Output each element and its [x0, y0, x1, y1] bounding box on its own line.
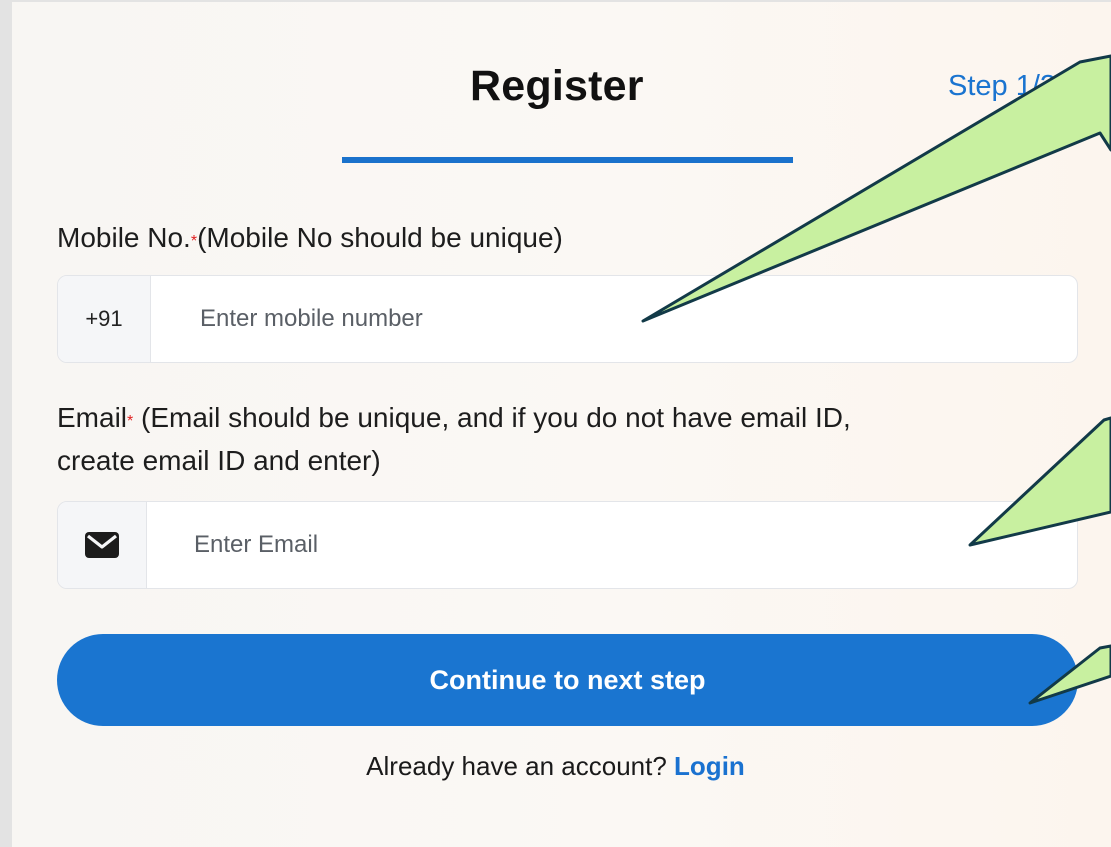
callout-pointers	[641, 54, 1111, 705]
callout-pointer-mobile	[641, 54, 1111, 323]
callout-pointer-button	[1028, 644, 1111, 705]
callout-pointer-email	[968, 416, 1111, 547]
